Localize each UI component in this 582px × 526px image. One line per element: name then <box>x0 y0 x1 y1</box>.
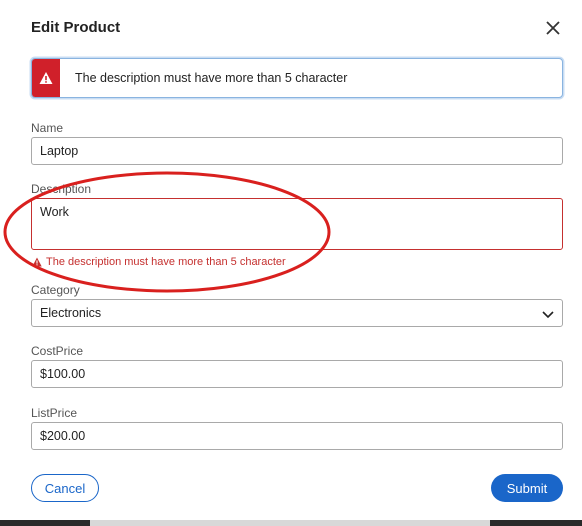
list-price-label: ListPrice <box>31 406 78 420</box>
close-button[interactable] <box>543 18 563 38</box>
name-label: Name <box>31 121 64 135</box>
edit-product-dialog: Edit Product The description must have m… <box>0 0 582 526</box>
category-selected-value: Electronics <box>40 306 102 320</box>
alert-message: The description must have more than 5 ch… <box>75 71 348 85</box>
alert-stripe <box>32 59 60 97</box>
close-icon <box>546 21 560 35</box>
description-label: Description <box>31 182 92 196</box>
error-alert: The description must have more than 5 ch… <box>31 58 563 98</box>
description-textarea[interactable]: Work <box>31 198 563 250</box>
category-label: Category <box>31 283 80 297</box>
cancel-button[interactable]: Cancel <box>31 474 99 502</box>
error-warning-icon <box>32 257 42 267</box>
list-price-input[interactable]: $200.00 <box>31 422 563 450</box>
cost-price-label: CostPrice <box>31 344 84 358</box>
description-error-text: The description must have more than 5 ch… <box>46 256 286 268</box>
cost-price-input[interactable]: $100.00 <box>31 360 563 388</box>
chevron-down-icon <box>542 311 554 319</box>
warning-icon <box>39 72 53 84</box>
bottom-edge <box>0 520 582 526</box>
submit-button[interactable]: Submit <box>491 474 563 502</box>
dialog-title: Edit Product <box>31 19 121 36</box>
description-error: The description must have more than 5 ch… <box>32 256 286 268</box>
name-input[interactable]: Laptop <box>31 137 563 165</box>
category-select[interactable]: Electronics <box>31 299 563 327</box>
